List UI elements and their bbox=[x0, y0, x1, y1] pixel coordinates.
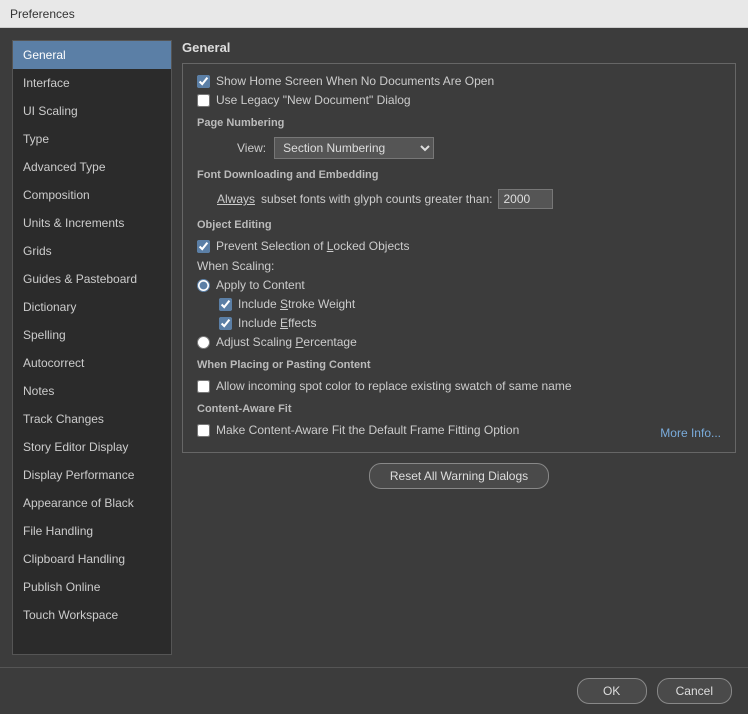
legacy-dialog-checkbox[interactable] bbox=[197, 94, 210, 107]
sidebar-item-spelling[interactable]: Spelling bbox=[13, 321, 171, 349]
sidebar-item-grids[interactable]: Grids bbox=[13, 237, 171, 265]
reset-warning-dialogs-button[interactable]: Reset All Warning Dialogs bbox=[369, 463, 549, 489]
prevent-selection-label: Prevent Selection of Locked Objects bbox=[216, 239, 409, 253]
main-content: General Show Home Screen When No Documen… bbox=[182, 40, 736, 655]
sidebar-item-touch-workspace[interactable]: Touch Workspace bbox=[13, 601, 171, 629]
sidebar: GeneralInterfaceUI ScalingTypeAdvanced T… bbox=[12, 40, 172, 655]
include-effects-label: Include Effects bbox=[238, 316, 317, 330]
apply-to-content-row: Apply to Content bbox=[197, 278, 721, 292]
subset-label: subset fonts with glyph counts greater t… bbox=[261, 192, 492, 206]
section-numbering-select[interactable]: Section NumberingAbsolute Numbering bbox=[274, 137, 434, 159]
object-editing-title: Object Editing bbox=[197, 219, 721, 231]
make-default-checkbox[interactable] bbox=[197, 424, 210, 437]
sidebar-item-ui-scaling[interactable]: UI Scaling bbox=[13, 97, 171, 125]
when-placing-title: When Placing or Pasting Content bbox=[197, 359, 721, 371]
sidebar-item-advanced-type[interactable]: Advanced Type bbox=[13, 153, 171, 181]
sidebar-item-general[interactable]: General bbox=[13, 41, 171, 69]
dialog-title: Preferences bbox=[10, 7, 75, 21]
prevent-selection-checkbox[interactable] bbox=[197, 240, 210, 253]
content-aware-row: Make Content-Aware Fit the Default Frame… bbox=[197, 423, 721, 442]
apply-to-content-radio[interactable] bbox=[197, 279, 210, 292]
adjust-scaling-row: Adjust Scaling Percentage bbox=[197, 335, 721, 349]
sidebar-item-notes[interactable]: Notes bbox=[13, 377, 171, 405]
sidebar-item-guides-pasteboard[interactable]: Guides & Pasteboard bbox=[13, 265, 171, 293]
font-subset-row: Always subset fonts with glyph counts gr… bbox=[197, 189, 721, 209]
adjust-scaling-radio[interactable] bbox=[197, 336, 210, 349]
sidebar-item-appearance-of-black[interactable]: Appearance of Black bbox=[13, 489, 171, 517]
button-bar: OK Cancel bbox=[0, 667, 748, 714]
sidebar-item-track-changes[interactable]: Track Changes bbox=[13, 405, 171, 433]
always-label: Always bbox=[217, 192, 255, 206]
view-label: View: bbox=[237, 141, 266, 155]
sidebar-item-display-performance[interactable]: Display Performance bbox=[13, 461, 171, 489]
sidebar-item-composition[interactable]: Composition bbox=[13, 181, 171, 209]
glyph-count-input[interactable] bbox=[498, 189, 553, 209]
sidebar-item-story-editor-display[interactable]: Story Editor Display bbox=[13, 433, 171, 461]
page-title: General bbox=[182, 40, 736, 55]
make-default-label: Make Content-Aware Fit the Default Frame… bbox=[216, 423, 519, 437]
general-section: Show Home Screen When No Documents Are O… bbox=[182, 63, 736, 453]
legacy-dialog-row: Use Legacy "New Document" Dialog bbox=[197, 93, 721, 107]
sidebar-item-units-increments[interactable]: Units & Increments bbox=[13, 209, 171, 237]
content-aware-fit-title: Content-Aware Fit bbox=[197, 403, 721, 415]
show-home-screen-label: Show Home Screen When No Documents Are O… bbox=[216, 74, 494, 88]
include-stroke-label: Include Stroke Weight bbox=[238, 297, 355, 311]
prevent-selection-row: Prevent Selection of Locked Objects bbox=[197, 239, 721, 253]
sidebar-item-clipboard-handling[interactable]: Clipboard Handling bbox=[13, 545, 171, 573]
show-home-screen-row: Show Home Screen When No Documents Are O… bbox=[197, 74, 721, 88]
legacy-dialog-label: Use Legacy "New Document" Dialog bbox=[216, 93, 411, 107]
allow-incoming-checkbox[interactable] bbox=[197, 380, 210, 393]
sidebar-item-interface[interactable]: Interface bbox=[13, 69, 171, 97]
cancel-button[interactable]: Cancel bbox=[657, 678, 732, 704]
include-stroke-checkbox[interactable] bbox=[219, 298, 232, 311]
allow-incoming-label: Allow incoming spot color to replace exi… bbox=[216, 379, 572, 393]
page-numbering-title: Page Numbering bbox=[197, 117, 721, 129]
apply-to-content-label: Apply to Content bbox=[216, 278, 305, 292]
sidebar-item-autocorrect[interactable]: Autocorrect bbox=[13, 349, 171, 377]
include-effects-checkbox[interactable] bbox=[219, 317, 232, 330]
font-downloading-title: Font Downloading and Embedding bbox=[197, 169, 721, 181]
when-scaling-label: When Scaling: bbox=[197, 259, 721, 273]
sidebar-item-file-handling[interactable]: File Handling bbox=[13, 517, 171, 545]
make-default-row: Make Content-Aware Fit the Default Frame… bbox=[197, 423, 519, 437]
sidebar-item-dictionary[interactable]: Dictionary bbox=[13, 293, 171, 321]
page-numbering-view-row: View: Section NumberingAbsolute Numberin… bbox=[197, 137, 721, 159]
sidebar-item-type[interactable]: Type bbox=[13, 125, 171, 153]
ok-button[interactable]: OK bbox=[577, 678, 647, 704]
include-effects-row: Include Effects bbox=[219, 316, 721, 330]
more-info-link[interactable]: More Info... bbox=[660, 426, 721, 440]
include-stroke-row: Include Stroke Weight bbox=[219, 297, 721, 311]
show-home-screen-checkbox[interactable] bbox=[197, 75, 210, 88]
allow-incoming-row: Allow incoming spot color to replace exi… bbox=[197, 379, 721, 393]
adjust-scaling-label: Adjust Scaling Percentage bbox=[216, 335, 357, 349]
sidebar-item-publish-online[interactable]: Publish Online bbox=[13, 573, 171, 601]
